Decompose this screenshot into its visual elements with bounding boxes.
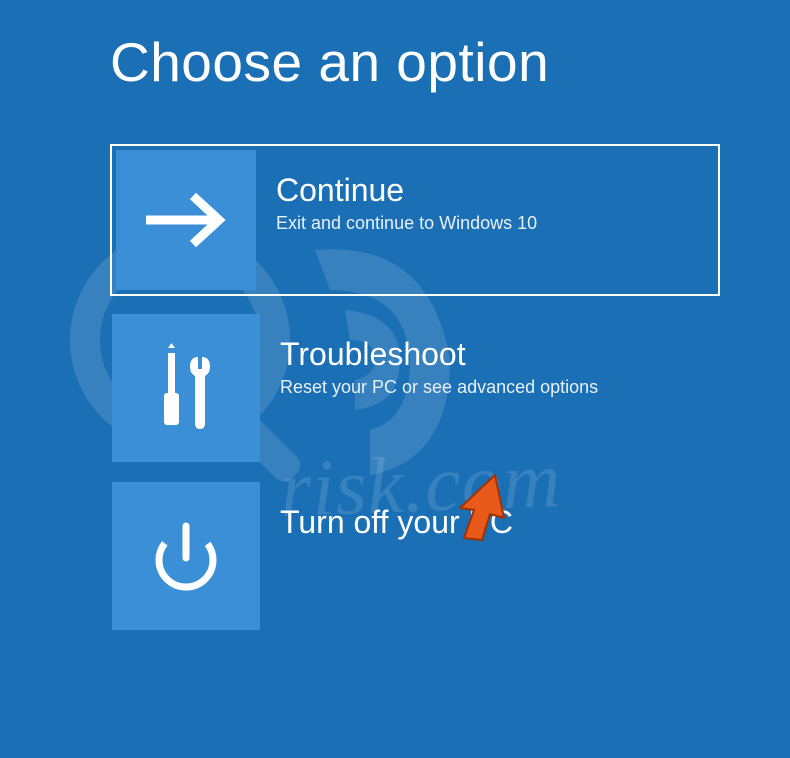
option-title: Troubleshoot — [280, 336, 598, 373]
arrow-right-icon — [116, 150, 256, 290]
page-title: Choose an option — [110, 30, 790, 94]
option-turn-off[interactable]: Turn off your PC — [110, 480, 720, 632]
pointer-arrow-icon — [450, 470, 520, 555]
option-continue[interactable]: Continue Exit and continue to Windows 10 — [110, 144, 720, 296]
option-title: Continue — [276, 172, 537, 209]
option-description: Exit and continue to Windows 10 — [276, 213, 537, 234]
power-icon — [112, 482, 260, 630]
option-description: Reset your PC or see advanced options — [280, 377, 598, 398]
options-list: Continue Exit and continue to Windows 10… — [110, 144, 790, 632]
option-troubleshoot[interactable]: Troubleshoot Reset your PC or see advanc… — [110, 312, 720, 464]
tools-icon — [112, 314, 260, 462]
